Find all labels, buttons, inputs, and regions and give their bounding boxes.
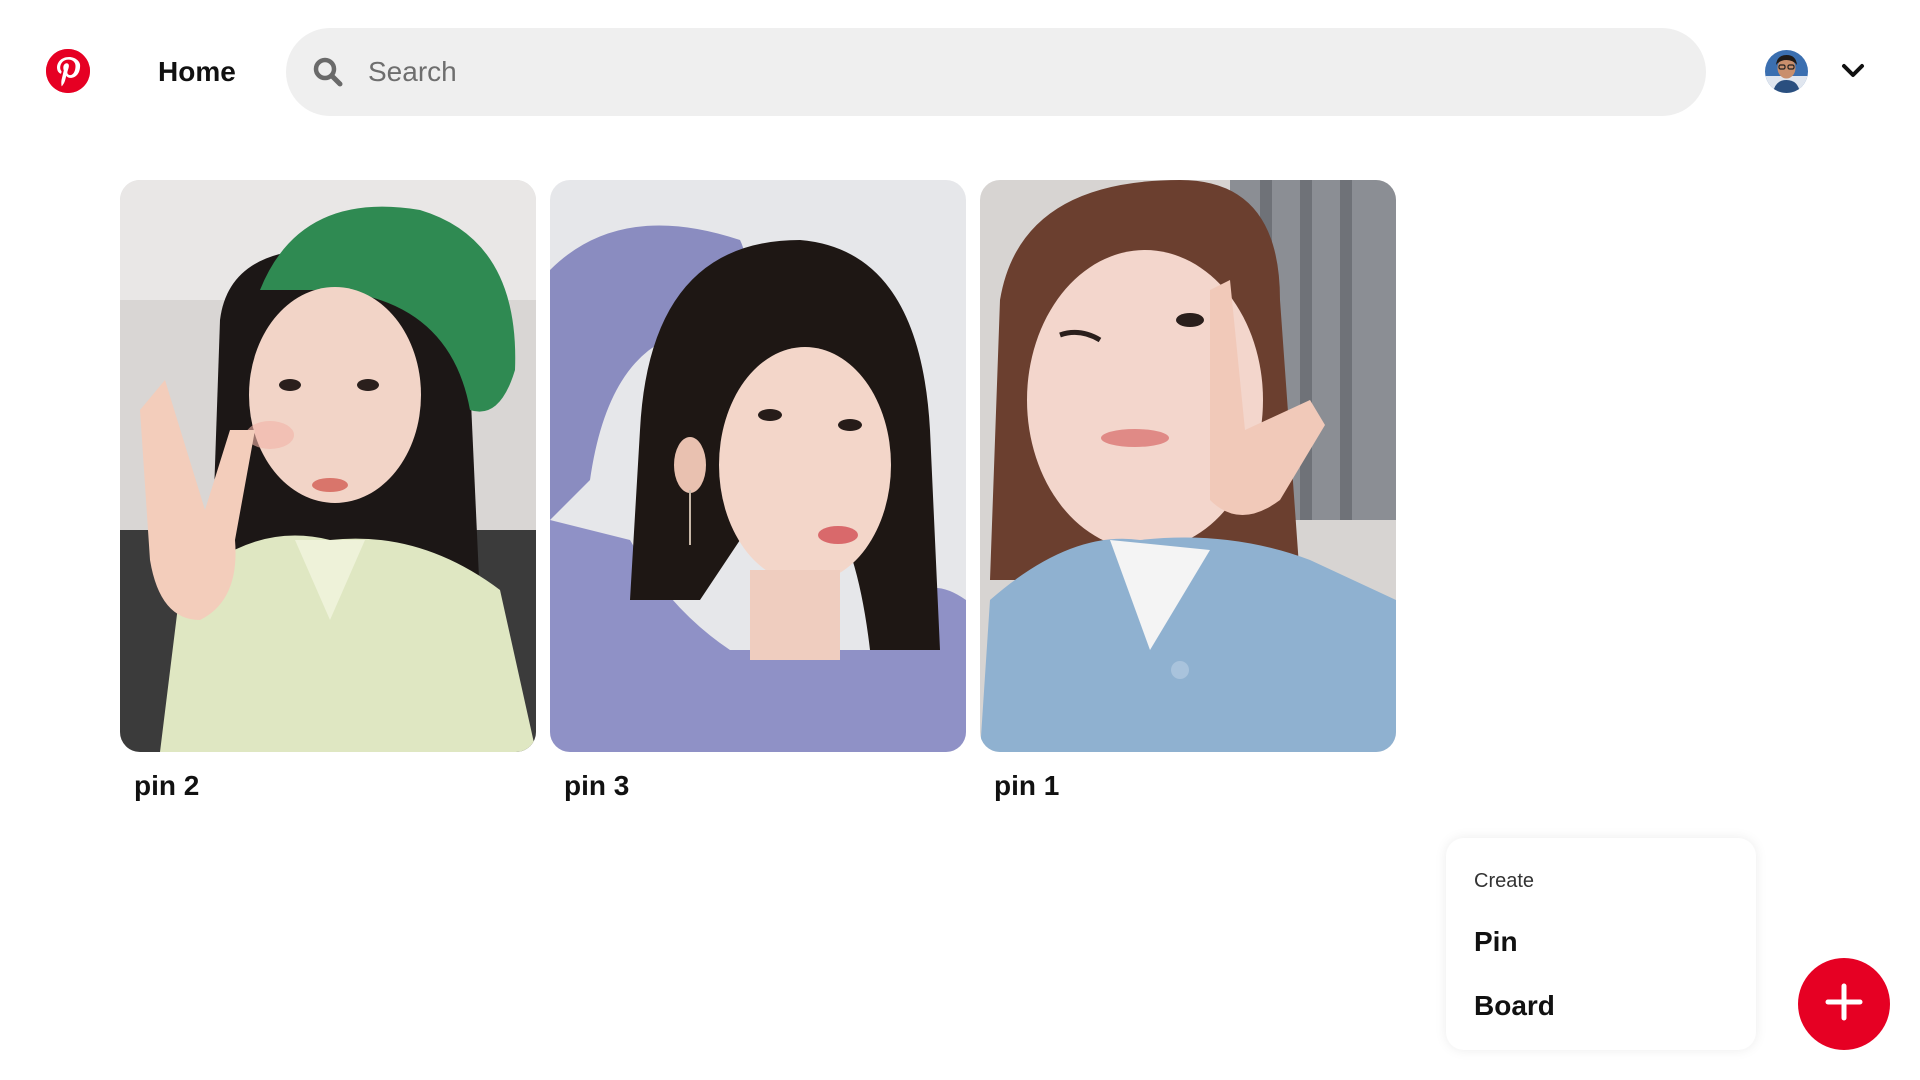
pin-image[interactable] (550, 180, 966, 752)
create-menu-heading: Create (1474, 870, 1535, 892)
chevron-down-icon[interactable] (1838, 56, 1868, 86)
pinterest-logo-icon[interactable] (46, 49, 90, 93)
plus-icon (1824, 982, 1864, 1027)
pin-title[interactable]: pin 2 (134, 770, 536, 802)
header: Home (0, 0, 1920, 144)
pin-title[interactable]: pin 1 (994, 770, 1396, 802)
search-bar[interactable] (286, 28, 1706, 116)
search-input[interactable] (368, 48, 1668, 96)
create-board-option[interactable]: Board (1474, 990, 1555, 1022)
pin-image[interactable] (980, 180, 1396, 752)
home-link[interactable]: Home (158, 56, 236, 88)
user-avatar[interactable] (1765, 50, 1808, 93)
pin-title[interactable]: pin 3 (564, 770, 966, 802)
search-icon (312, 56, 344, 88)
create-pin-option[interactable]: Pin (1474, 926, 1518, 958)
create-menu: Create Pin Board (1446, 838, 1756, 1050)
pin-image[interactable] (120, 180, 536, 752)
pin-card[interactable]: pin 2 (120, 180, 536, 802)
pin-card[interactable]: pin 1 (980, 180, 1396, 802)
create-button[interactable] (1798, 958, 1890, 1050)
pin-grid: pin 2 pin 3 pin 1 (120, 180, 1400, 820)
pin-card[interactable]: pin 3 (550, 180, 966, 802)
